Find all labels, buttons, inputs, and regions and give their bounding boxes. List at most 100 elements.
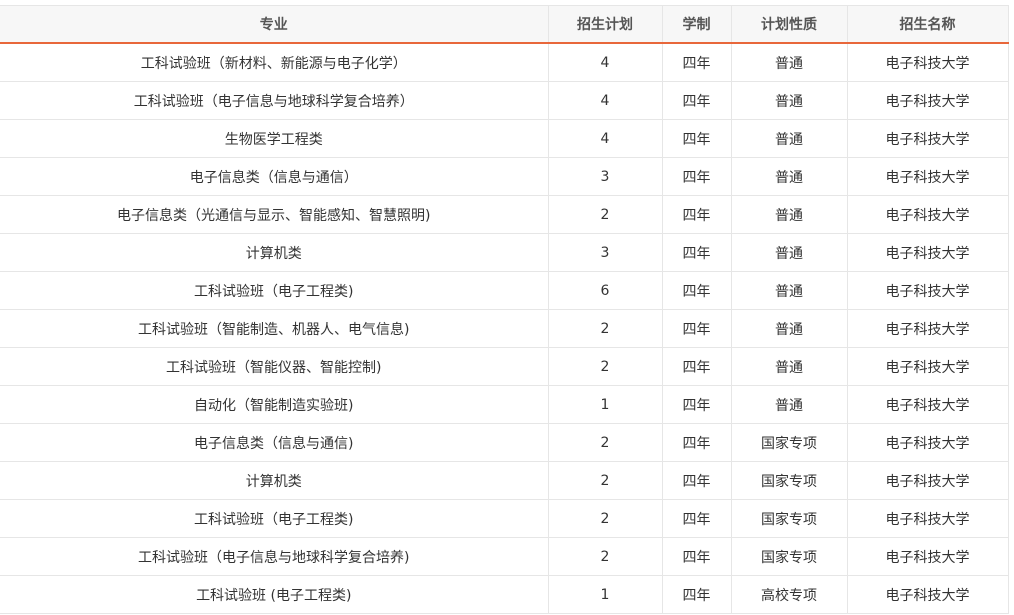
cell-plan-type: 普通 xyxy=(730,157,848,196)
admission-plan-table: 专业 招生计划 学制 计划性质 招生名称 工科试验班（新材料、新能源与电子化学）… xyxy=(0,5,1009,614)
table-row: 计算机类 2 四年 国家专项 电子科技大学 xyxy=(0,461,1009,500)
cell-plan-count: 2 xyxy=(547,195,663,234)
cell-major: 工科试验班（电子信息与地球科学复合培养） xyxy=(0,81,549,120)
table-row: 工科试验班 (电子工程类) 1 四年 高校专项 电子科技大学 xyxy=(0,575,1009,614)
cell-school-name: 电子科技大学 xyxy=(846,81,1009,120)
cell-major: 工科试验班（新材料、新能源与电子化学） xyxy=(0,42,549,82)
cell-plan-count: 2 xyxy=(547,309,663,348)
table-row: 工科试验班（电子信息与地球科学复合培养） 4 四年 普通 电子科技大学 xyxy=(0,81,1009,120)
cell-plan-type: 普通 xyxy=(730,195,848,234)
cell-plan-count: 1 xyxy=(547,575,663,614)
cell-duration: 四年 xyxy=(661,233,732,272)
cell-duration: 四年 xyxy=(661,461,732,500)
cell-plan-type: 普通 xyxy=(730,42,848,82)
table-row: 生物医学工程类 4 四年 普通 电子科技大学 xyxy=(0,119,1009,158)
cell-plan-count: 1 xyxy=(547,385,663,424)
cell-school-name: 电子科技大学 xyxy=(846,195,1009,234)
table-row: 计算机类 3 四年 普通 电子科技大学 xyxy=(0,233,1009,272)
cell-school-name: 电子科技大学 xyxy=(846,575,1009,614)
cell-school-name: 电子科技大学 xyxy=(846,461,1009,500)
cell-school-name: 电子科技大学 xyxy=(846,347,1009,386)
admission-plan-table-container: 专业 招生计划 学制 计划性质 招生名称 工科试验班（新材料、新能源与电子化学）… xyxy=(0,0,1014,615)
cell-major: 电子信息类（信息与通信） xyxy=(0,157,549,196)
cell-duration: 四年 xyxy=(661,119,732,158)
cell-duration: 四年 xyxy=(661,499,732,538)
cell-duration: 四年 xyxy=(661,385,732,424)
table-row: 工科试验班（电子工程类) 2 四年 国家专项 电子科技大学 xyxy=(0,499,1009,538)
table-row: 工科试验班（智能制造、机器人、电气信息) 2 四年 普通 电子科技大学 xyxy=(0,309,1009,348)
cell-plan-count: 4 xyxy=(547,119,663,158)
cell-plan-count: 4 xyxy=(547,42,663,82)
cell-duration: 四年 xyxy=(661,157,732,196)
header-school-name[interactable]: 招生名称 xyxy=(846,5,1009,44)
cell-duration: 四年 xyxy=(661,537,732,576)
cell-plan-type: 国家专项 xyxy=(730,537,848,576)
table-row: 自动化（智能制造实验班) 1 四年 普通 电子科技大学 xyxy=(0,385,1009,424)
cell-plan-count: 3 xyxy=(547,157,663,196)
cell-plan-type: 国家专项 xyxy=(730,423,848,462)
table-body: 工科试验班（新材料、新能源与电子化学） 4 四年 普通 电子科技大学 工科试验班（电子信息… xyxy=(0,42,1009,614)
cell-plan-count: 3 xyxy=(547,233,663,272)
cell-duration: 四年 xyxy=(661,575,732,614)
cell-school-name: 电子科技大学 xyxy=(846,157,1009,196)
cell-plan-count: 2 xyxy=(547,347,663,386)
header-plan-count[interactable]: 招生计划 xyxy=(547,5,663,44)
cell-plan-count: 2 xyxy=(547,499,663,538)
cell-plan-count: 2 xyxy=(547,537,663,576)
cell-plan-type: 国家专项 xyxy=(730,461,848,500)
cell-school-name: 电子科技大学 xyxy=(846,537,1009,576)
header-duration[interactable]: 学制 xyxy=(661,5,732,44)
header-row: 专业 招生计划 学制 计划性质 招生名称 xyxy=(0,5,1009,44)
table-row: 电子信息类（信息与通信) 2 四年 国家专项 电子科技大学 xyxy=(0,423,1009,462)
cell-duration: 四年 xyxy=(661,309,732,348)
cell-plan-count: 4 xyxy=(547,81,663,120)
table-row: 电子信息类（光通信与显示、智能感知、智慧照明) 2 四年 普通 电子科技大学 xyxy=(0,195,1009,234)
table-row: 工科试验班（电子工程类) 6 四年 普通 电子科技大学 xyxy=(0,271,1009,310)
cell-major: 电子信息类（光通信与显示、智能感知、智慧照明) xyxy=(0,195,549,234)
cell-plan-type: 普通 xyxy=(730,271,848,310)
cell-plan-count: 2 xyxy=(547,423,663,462)
cell-plan-type: 普通 xyxy=(730,81,848,120)
cell-school-name: 电子科技大学 xyxy=(846,499,1009,538)
cell-school-name: 电子科技大学 xyxy=(846,42,1009,82)
cell-major: 生物医学工程类 xyxy=(0,119,549,158)
cell-duration: 四年 xyxy=(661,195,732,234)
cell-major: 工科试验班（电子工程类) xyxy=(0,499,549,538)
cell-plan-type: 普通 xyxy=(730,309,848,348)
cell-duration: 四年 xyxy=(661,423,732,462)
cell-school-name: 电子科技大学 xyxy=(846,233,1009,272)
cell-plan-type: 普通 xyxy=(730,347,848,386)
cell-major: 计算机类 xyxy=(0,461,549,500)
cell-duration: 四年 xyxy=(661,81,732,120)
cell-major: 工科试验班（电子信息与地球科学复合培养) xyxy=(0,537,549,576)
cell-plan-count: 2 xyxy=(547,461,663,500)
cell-major: 电子信息类（信息与通信) xyxy=(0,423,549,462)
cell-plan-type: 普通 xyxy=(730,233,848,272)
table-row: 工科试验班（电子信息与地球科学复合培养) 2 四年 国家专项 电子科技大学 xyxy=(0,537,1009,576)
header-plan-type[interactable]: 计划性质 xyxy=(730,5,848,44)
cell-duration: 四年 xyxy=(661,271,732,310)
cell-school-name: 电子科技大学 xyxy=(846,309,1009,348)
cell-school-name: 电子科技大学 xyxy=(846,423,1009,462)
header-major[interactable]: 专业 xyxy=(0,5,549,44)
table-row: 工科试验班（智能仪器、智能控制) 2 四年 普通 电子科技大学 xyxy=(0,347,1009,386)
cell-major: 工科试验班（智能仪器、智能控制) xyxy=(0,347,549,386)
cell-major: 工科试验班（智能制造、机器人、电气信息) xyxy=(0,309,549,348)
cell-plan-type: 普通 xyxy=(730,119,848,158)
cell-plan-type: 高校专项 xyxy=(730,575,848,614)
table-row: 工科试验班（新材料、新能源与电子化学） 4 四年 普通 电子科技大学 xyxy=(0,42,1009,82)
table-header: 专业 招生计划 学制 计划性质 招生名称 xyxy=(0,5,1009,44)
cell-major: 工科试验班（电子工程类) xyxy=(0,271,549,310)
table-row: 电子信息类（信息与通信） 3 四年 普通 电子科技大学 xyxy=(0,157,1009,196)
cell-plan-count: 6 xyxy=(547,271,663,310)
cell-duration: 四年 xyxy=(661,42,732,82)
cell-school-name: 电子科技大学 xyxy=(846,271,1009,310)
cell-school-name: 电子科技大学 xyxy=(846,385,1009,424)
cell-duration: 四年 xyxy=(661,347,732,386)
cell-plan-type: 国家专项 xyxy=(730,499,848,538)
cell-plan-type: 普通 xyxy=(730,385,848,424)
cell-school-name: 电子科技大学 xyxy=(846,119,1009,158)
cell-major: 工科试验班 (电子工程类) xyxy=(0,575,549,614)
cell-major: 计算机类 xyxy=(0,233,549,272)
cell-major: 自动化（智能制造实验班) xyxy=(0,385,549,424)
